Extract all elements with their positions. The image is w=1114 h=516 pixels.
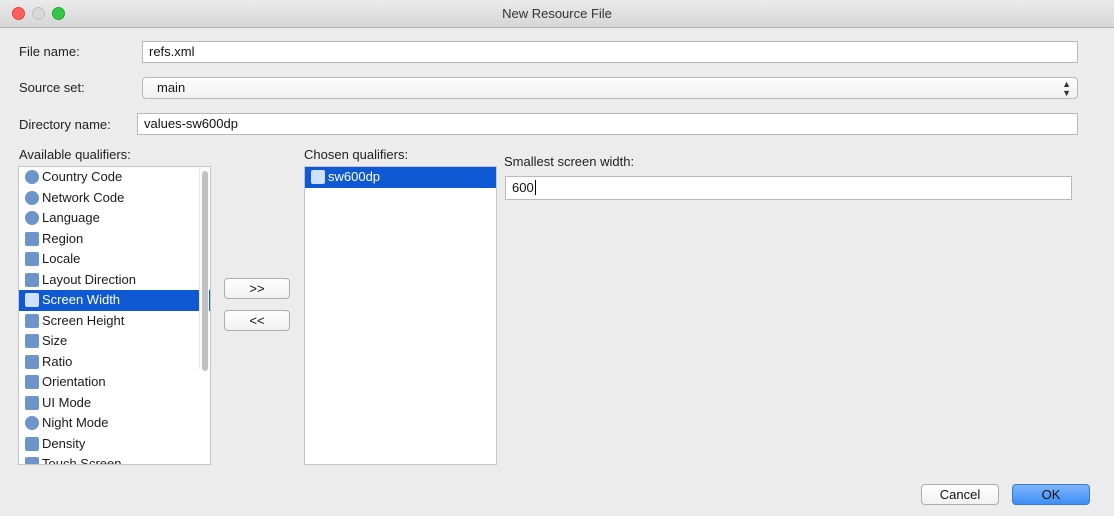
chosen-qualifier-item-label: sw600dp (328, 169, 381, 184)
country-code-icon (25, 170, 39, 184)
available-scrollbar[interactable] (199, 169, 209, 371)
available-qualifiers-list[interactable]: Country Code Network Code Language Region Lo… (18, 166, 211, 465)
source-set-value: main (157, 80, 186, 95)
available-qualifier-item-label: Screen Height (42, 312, 125, 328)
available-qualifier-item-label: Locale (42, 251, 81, 266)
directory-name-field[interactable]: values-sw600dp (137, 113, 1078, 135)
network-code-icon (25, 190, 39, 205)
size-icon (25, 334, 39, 348)
available-qualifier-item-label: UI Mode (42, 394, 92, 410)
available-qualifier-item[interactable]: Ratio (19, 352, 210, 373)
available-qualifier-item[interactable]: Screen Width (19, 290, 210, 311)
scrollbar-thumb[interactable] (202, 171, 208, 371)
available-qualifier-item[interactable]: Language (19, 208, 210, 229)
available-qualifier-item-label: Size (42, 333, 68, 348)
available-qualifier-item-label: Country Code (42, 169, 123, 184)
available-qualifier-item[interactable]: Screen Height (19, 311, 210, 332)
chosen-qualifiers-label: Chosen qualifiers: (304, 147, 409, 162)
available-qualifier-item-label: Density (42, 435, 86, 451)
chosen-qualifier-item[interactable]: sw600dp (305, 167, 496, 188)
new-resource-file-dialog: New Resource File File name: refs.xml So… (0, 0, 1114, 516)
available-qualifier-item[interactable]: Density (19, 434, 210, 455)
available-qualifier-item[interactable]: Size (19, 331, 210, 352)
available-qualifier-item-label: Night Mode (42, 415, 109, 430)
ui-mode-icon (25, 395, 39, 410)
window-title: New Resource File (502, 6, 612, 21)
available-items-container: Country Code Network Code Language Region Lo… (19, 167, 210, 465)
available-qualifier-item-label: Ratio (42, 353, 73, 369)
chevron-updown-icon: ▲ ▼ (1062, 79, 1071, 98)
cancel-button[interactable]: Cancel (921, 484, 999, 505)
locale-icon (25, 252, 39, 266)
chosen-items-container: sw600dp (305, 167, 496, 188)
directory-name-label: Directory name: (19, 117, 111, 132)
touch-screen-icon (25, 457, 39, 464)
zoom-window-button[interactable] (52, 7, 65, 20)
available-qualifier-item[interactable]: UI Mode (19, 393, 210, 414)
minimize-window-button[interactable] (32, 7, 45, 20)
screen-height-icon (25, 313, 39, 328)
ok-button[interactable]: OK (1012, 484, 1090, 505)
available-qualifier-item-label: Region (42, 230, 84, 246)
screen-width-icon (25, 293, 39, 307)
layout-direction-icon (25, 272, 39, 287)
remove-qualifier-button[interactable]: << (224, 310, 290, 331)
orientation-icon (25, 375, 39, 389)
available-qualifier-item-label: Network Code (42, 189, 125, 205)
available-qualifiers-label: Available qualifiers: (19, 147, 131, 162)
title-bar: New Resource File (0, 0, 1114, 28)
source-set-select[interactable]: main ▲ ▼ (142, 77, 1078, 99)
text-cursor (534, 180, 536, 195)
language-icon (25, 211, 39, 225)
available-qualifier-item[interactable]: Country Code (19, 167, 210, 188)
available-qualifier-item[interactable]: Layout Direction (19, 270, 210, 291)
screen-width-icon (311, 170, 325, 184)
smallest-screen-width-value: 600 (512, 180, 534, 195)
available-qualifier-item-label: Touch Screen (42, 456, 122, 465)
ratio-icon (25, 354, 39, 369)
available-qualifier-item[interactable]: Network Code (19, 188, 210, 209)
chosen-qualifiers-list[interactable]: sw600dp (304, 166, 497, 465)
add-qualifier-button[interactable]: >> (224, 278, 290, 299)
available-qualifier-item[interactable]: Night Mode (19, 413, 210, 434)
density-icon (25, 436, 39, 451)
file-name-field[interactable]: refs.xml (142, 41, 1078, 63)
available-qualifier-item[interactable]: Orientation (19, 372, 210, 393)
available-qualifier-item-label: Language (42, 210, 100, 225)
close-window-button[interactable] (12, 7, 25, 20)
available-qualifier-item[interactable]: Touch Screen (19, 454, 210, 465)
smallest-screen-width-field[interactable]: 600 (505, 176, 1072, 200)
available-qualifier-item-label: Orientation (42, 374, 106, 389)
available-qualifier-item[interactable]: Region (19, 229, 210, 250)
available-qualifier-item-label: Layout Direction (42, 271, 136, 287)
smallest-screen-width-label: Smallest screen width: (504, 154, 635, 169)
source-set-label: Source set: (19, 80, 85, 95)
available-qualifier-item-label: Screen Width (42, 292, 121, 307)
file-name-label: File name: (19, 44, 80, 59)
night-mode-icon (25, 416, 39, 430)
region-icon (25, 231, 39, 246)
available-qualifier-item[interactable]: Locale (19, 249, 210, 270)
